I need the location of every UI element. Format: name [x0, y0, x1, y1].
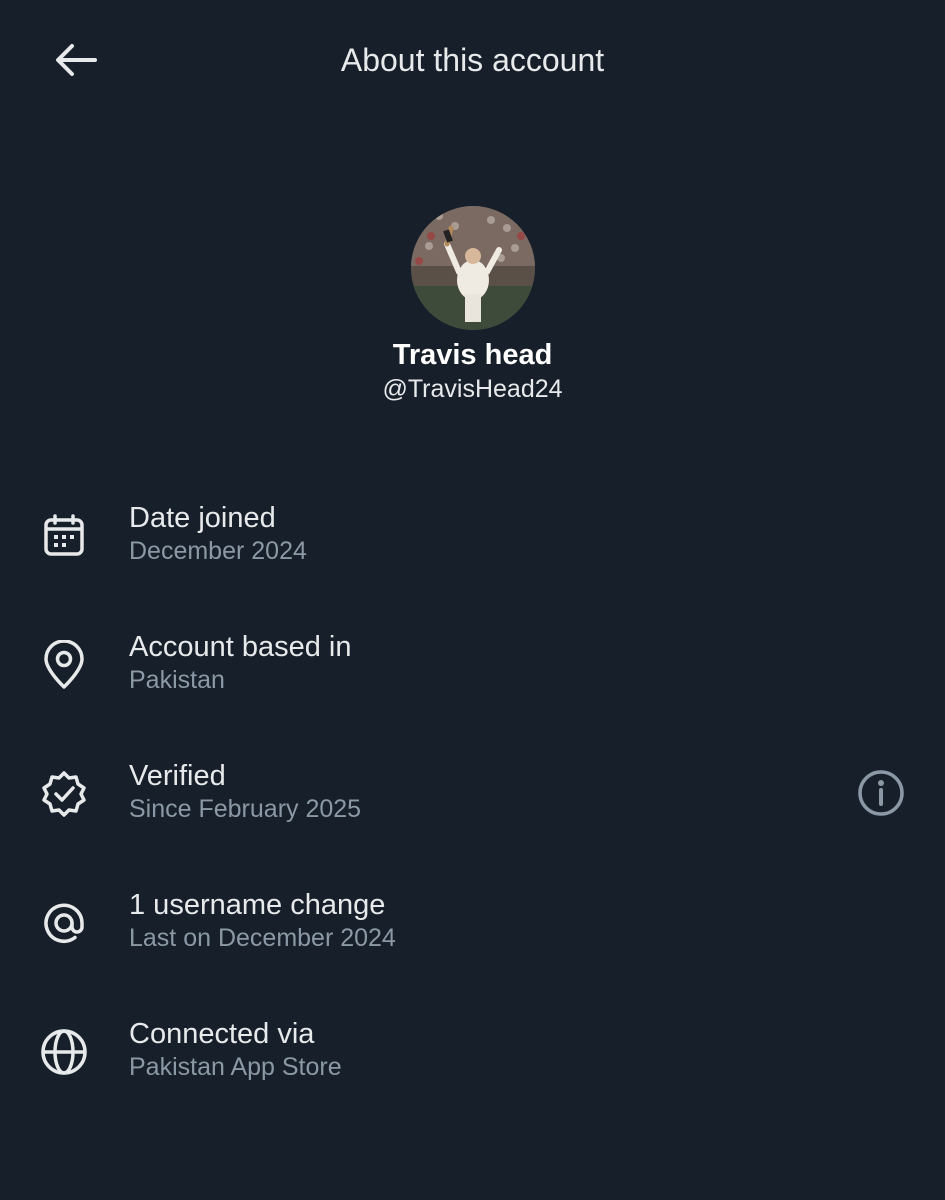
- verified-badge-icon: [36, 766, 92, 822]
- row-verified: Verified Since February 2025: [0, 746, 945, 875]
- row-username-change: 1 username change Last on December 2024: [0, 875, 945, 1004]
- avatar[interactable]: [410, 206, 535, 330]
- profile-summary: Travis head @TravisHead24: [0, 206, 945, 404]
- row-title: Verified: [129, 760, 226, 792]
- globe-icon: [36, 1024, 92, 1080]
- location-pin-icon: [36, 637, 92, 693]
- row-date-joined: Date joined December 2024: [0, 488, 945, 617]
- verified-info-button[interactable]: [854, 766, 908, 820]
- row-title: Account based in: [129, 631, 352, 663]
- row-subtitle: Pakistan: [129, 666, 225, 694]
- row-account-based-in: Account based in Pakistan: [0, 617, 945, 746]
- row-title: 1 username change: [129, 889, 386, 921]
- display-name: Travis head: [392, 339, 553, 371]
- row-title: Date joined: [129, 502, 276, 534]
- account-details-list: Date joined December 2024 Account based …: [0, 488, 945, 1133]
- at-sign-icon: [36, 895, 92, 951]
- row-subtitle: December 2024: [129, 537, 307, 565]
- row-subtitle: Last on December 2024: [129, 924, 396, 952]
- calendar-icon: [36, 508, 92, 564]
- row-connected-via: Connected via Pakistan App Store: [0, 1004, 945, 1133]
- page-title: About this account: [340, 42, 605, 78]
- header: About this account: [0, 0, 945, 120]
- row-subtitle: Since February 2025: [129, 795, 362, 823]
- user-handle: @TravisHead24: [382, 375, 563, 403]
- row-subtitle: Pakistan App Store: [129, 1053, 342, 1081]
- row-title: Connected via: [129, 1018, 315, 1050]
- info-icon: [858, 770, 904, 816]
